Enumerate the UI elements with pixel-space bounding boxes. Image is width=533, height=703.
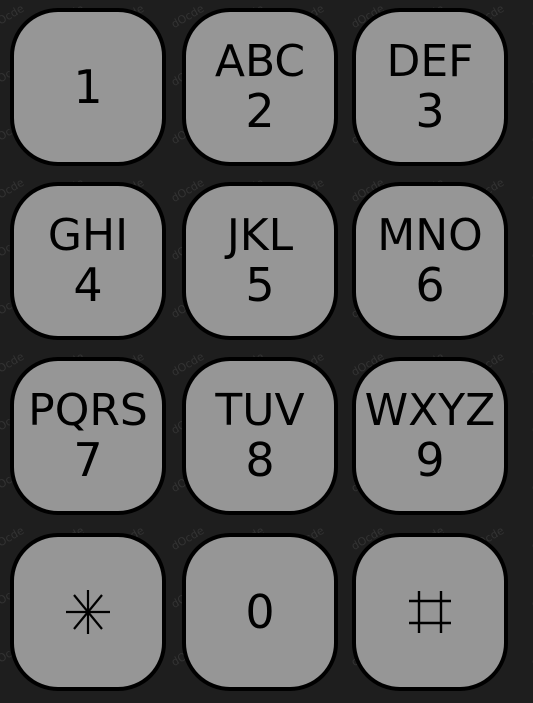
key-letters: PQRS xyxy=(28,385,148,436)
key-digit: 3 xyxy=(415,84,445,138)
key-5[interactable]: JKL 5 xyxy=(182,182,338,340)
phone-keypad: dOcde dOcde dOcde dOcde dOcde dOcde dOcde dOcde… xyxy=(0,0,533,703)
watermark-text: dOcde xyxy=(529,582,533,611)
key-digit: 2 xyxy=(245,84,275,138)
watermark-text: dOcde xyxy=(529,292,533,321)
key-digit: 1 xyxy=(73,60,103,114)
key-digit: 6 xyxy=(415,258,445,312)
key-digit: 4 xyxy=(73,258,103,312)
key-digit: 9 xyxy=(415,433,445,487)
watermark-text: dOcde xyxy=(529,408,533,437)
key-letters: JKL xyxy=(226,210,294,261)
watermark-text: dOcde xyxy=(529,350,533,379)
watermark-text: dOcde xyxy=(529,2,533,31)
key-digit: 5 xyxy=(245,258,275,312)
key-digit: 7 xyxy=(73,433,103,487)
key-0[interactable]: 0 xyxy=(182,533,338,691)
watermark-text: dOcde xyxy=(529,640,533,669)
key-hash[interactable] xyxy=(352,533,508,691)
key-9[interactable]: WXYZ 9 xyxy=(352,357,508,515)
key-2[interactable]: ABC 2 xyxy=(182,8,338,166)
hash-icon xyxy=(405,587,455,637)
key-letters: GHI xyxy=(47,210,129,261)
watermark-text: dOcde xyxy=(529,118,533,147)
watermark-text: dOcde xyxy=(529,60,533,89)
key-4[interactable]: GHI 4 xyxy=(10,182,166,340)
key-letters: DEF xyxy=(386,36,474,87)
key-letters: ABC xyxy=(214,36,306,87)
key-8[interactable]: TUV 8 xyxy=(182,357,338,515)
watermark-text: dOcde xyxy=(529,524,533,553)
asterisk-icon xyxy=(63,587,113,637)
key-digit: 0 xyxy=(245,585,275,639)
watermark-text: dOcde xyxy=(529,176,533,205)
watermark-text: dOcde xyxy=(529,234,533,263)
key-3[interactable]: DEF 3 xyxy=(352,8,508,166)
key-asterisk[interactable] xyxy=(10,533,166,691)
key-letters: TUV xyxy=(215,385,305,436)
key-letters: MNO xyxy=(377,210,483,261)
key-digit: 8 xyxy=(245,433,275,487)
key-1[interactable]: 1 xyxy=(10,8,166,166)
key-6[interactable]: MNO 6 xyxy=(352,182,508,340)
watermark-text: dOcde xyxy=(529,466,533,495)
key-letters: WXYZ xyxy=(364,385,496,436)
key-7[interactable]: PQRS 7 xyxy=(10,357,166,515)
